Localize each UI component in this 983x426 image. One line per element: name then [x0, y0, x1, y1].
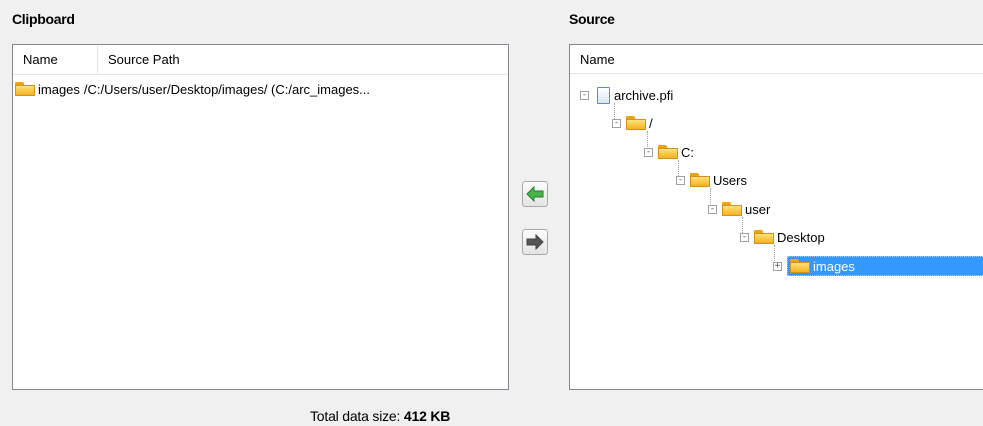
folder-icon: [15, 82, 35, 96]
column-header-name[interactable]: Name: [13, 45, 97, 74]
folder-icon: [722, 202, 742, 216]
remove-from-clipboard-button[interactable]: [522, 229, 548, 255]
green-left-arrow-icon: [526, 186, 544, 202]
total-data-size: Total data size: 412 KB: [310, 408, 450, 424]
tree-node-label: archive.pfi: [614, 87, 674, 103]
tree-node-label: C:: [681, 144, 694, 160]
column-header-name-label: Name: [23, 52, 58, 67]
column-header-source-path[interactable]: Source Path: [98, 45, 488, 74]
total-data-size-value: 412 KB: [403, 408, 451, 424]
collapse-icon[interactable]: -: [740, 232, 749, 242]
clipboard-header: Name Source Path: [13, 45, 508, 75]
source-title: Source: [569, 11, 615, 27]
tree-node-label: user: [745, 201, 771, 217]
collapse-icon[interactable]: -: [644, 147, 653, 157]
tree-node-label: Users: [713, 172, 747, 188]
tree-node-desktop[interactable]: - Desktop: [740, 226, 825, 248]
collapse-icon[interactable]: -: [612, 118, 621, 128]
tree-node-label: /: [649, 115, 653, 131]
tree-node-c-drive[interactable]: - C:: [644, 141, 694, 163]
archive-file-icon: [597, 86, 610, 104]
tree-node-archive[interactable]: - archive.pfi: [580, 84, 673, 106]
folder-icon: [754, 230, 774, 244]
list-item[interactable]: images /C:/Users/user/Desktop/images/ (C…: [13, 77, 508, 101]
source-tree[interactable]: Name - archive.pfi - / - C: - Users - us…: [569, 44, 983, 390]
tree-node-images[interactable]: + images: [773, 255, 983, 277]
tree-node-user[interactable]: - user: [708, 198, 770, 220]
list-item-name: images: [38, 81, 80, 97]
clipboard-title: Clipboard: [12, 11, 75, 27]
folder-icon: [690, 173, 710, 187]
clipboard-list[interactable]: Name Source Path images /C:/Users/user/D…: [12, 44, 509, 390]
folder-icon: [658, 145, 678, 159]
tree-node-label: images: [813, 258, 855, 274]
tree-node-label: Desktop: [777, 229, 825, 245]
tree-node-root[interactable]: - /: [612, 112, 653, 134]
total-data-size-label: Total data size:: [310, 408, 401, 424]
add-to-clipboard-button[interactable]: [522, 181, 548, 207]
collapse-icon[interactable]: -: [708, 204, 717, 214]
column-header-source-path-label: Source Path: [108, 52, 180, 67]
source-header: Name: [570, 45, 983, 74]
column-header-name[interactable]: Name: [570, 45, 983, 73]
list-item-path: /C:/Users/user/Desktop/images/ (C:/arc_i…: [83, 81, 371, 97]
tree-node-selected[interactable]: images: [787, 256, 983, 276]
column-header-name-label: Name: [580, 51, 615, 67]
expand-icon[interactable]: +: [773, 261, 782, 271]
folder-icon: [626, 116, 646, 130]
tree-node-users[interactable]: - Users: [676, 169, 747, 191]
gray-right-arrow-icon: [526, 234, 544, 250]
collapse-icon[interactable]: -: [676, 175, 685, 185]
collapse-icon[interactable]: -: [580, 90, 589, 100]
folder-icon: [790, 259, 810, 273]
